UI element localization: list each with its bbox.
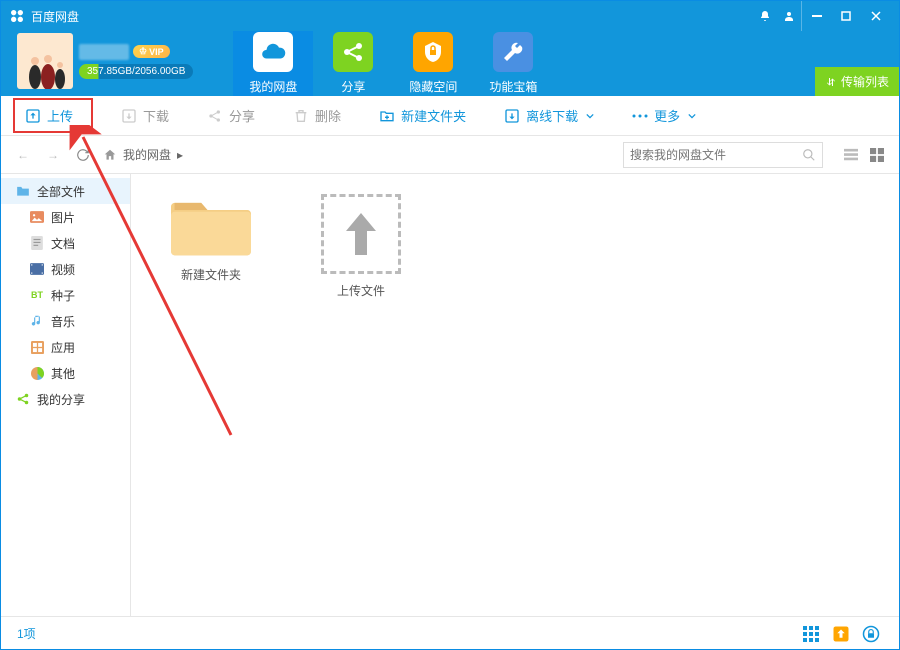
other-icon — [29, 366, 45, 380]
sidebar-item-other[interactable]: 其他 — [1, 360, 130, 386]
folder-large-icon — [171, 194, 251, 258]
video-icon — [29, 262, 45, 276]
vip-badge: ♔VIP — [133, 45, 170, 58]
close-button[interactable] — [861, 1, 891, 31]
avatar — [17, 33, 73, 89]
status-bar: 1项 — [1, 616, 899, 650]
username-blurred — [79, 44, 129, 60]
notification-icon[interactable] — [753, 10, 777, 22]
sidebar-item-images[interactable]: 图片 — [1, 204, 130, 230]
minimize-button[interactable] — [801, 1, 831, 31]
upload-dropzone-icon — [321, 194, 401, 274]
nav-tab-toolbox[interactable]: 功能宝箱 — [473, 31, 553, 96]
item-count: 1项 — [17, 625, 36, 642]
offline-icon — [504, 108, 520, 124]
status-upload-icon[interactable] — [829, 622, 853, 646]
search-box[interactable] — [623, 142, 823, 168]
folder-item[interactable]: 新建文件夹 — [161, 194, 261, 283]
user-profile[interactable]: ♔VIP 357.85GB/2056.00GB — [17, 33, 193, 89]
sidebar-item-video[interactable]: 视频 — [1, 256, 130, 282]
folder-label: 新建文件夹 — [181, 266, 241, 283]
share-button[interactable]: 分享 — [197, 102, 265, 129]
share-green-icon — [15, 392, 31, 406]
upload-label: 上传文件 — [337, 282, 385, 299]
nav-label: 隐藏空间 — [409, 78, 457, 95]
music-icon — [29, 314, 45, 328]
nav-tab-share[interactable]: 分享 — [313, 31, 393, 96]
main-area: 全部文件 图片 文档 视频 BT 种子 音乐 应用 其他 — [1, 174, 899, 616]
title-bar: 百度网盘 — [1, 1, 899, 31]
search-input[interactable] — [630, 148, 802, 162]
offline-download-button[interactable]: 离线下载 — [494, 102, 604, 129]
chevron-right-icon: ▸ — [177, 148, 183, 162]
new-folder-icon — [379, 108, 395, 124]
nav-tab-hidden[interactable]: 隐藏空间 — [393, 31, 473, 96]
nav-label: 分享 — [341, 78, 365, 95]
nav-label: 功能宝箱 — [489, 78, 537, 95]
search-icon[interactable] — [802, 148, 816, 162]
sidebar-item-music[interactable]: 音乐 — [1, 308, 130, 334]
grid-view-button[interactable] — [867, 145, 887, 165]
sidebar-item-docs[interactable]: 文档 — [1, 230, 130, 256]
upload-button[interactable]: 上传 — [13, 98, 93, 133]
app-title: 百度网盘 — [31, 8, 79, 25]
back-button[interactable]: ← — [13, 148, 33, 162]
status-lock-icon[interactable] — [859, 622, 883, 646]
sidebar-item-all-files[interactable]: 全部文件 — [1, 178, 130, 204]
download-icon — [121, 108, 137, 124]
sidebar: 全部文件 图片 文档 视频 BT 种子 音乐 应用 其他 — [1, 174, 131, 616]
delete-button[interactable]: 删除 — [283, 102, 351, 129]
folder-icon — [15, 184, 31, 198]
breadcrumb-bar: ← → 我的网盘 ▸ — [1, 136, 899, 174]
app-logo-icon — [9, 8, 25, 24]
nav-label: 我的网盘 — [249, 78, 297, 95]
header: ♔VIP 357.85GB/2056.00GB 我的网盘 分享 隐藏空间 功能宝… — [1, 31, 899, 96]
more-icon — [632, 108, 648, 124]
toolbar: 上传 下载 分享 删除 新建文件夹 离线下载 更多 — [1, 96, 899, 136]
maximize-button[interactable] — [831, 1, 861, 31]
upload-icon — [25, 108, 41, 124]
share-icon — [207, 108, 223, 124]
doc-icon — [29, 236, 45, 250]
bt-icon: BT — [29, 288, 45, 302]
sidebar-item-apps[interactable]: 应用 — [1, 334, 130, 360]
home-icon — [103, 148, 117, 162]
forward-button[interactable]: → — [43, 148, 63, 162]
file-area: 新建文件夹 上传文件 — [131, 174, 899, 616]
new-folder-button[interactable]: 新建文件夹 — [369, 102, 476, 129]
transfer-list-button[interactable]: 传输列表 — [815, 67, 899, 96]
trash-icon — [293, 108, 309, 124]
breadcrumb[interactable]: 我的网盘 ▸ — [103, 146, 613, 163]
sidebar-item-bt[interactable]: BT 种子 — [1, 282, 130, 308]
list-view-button[interactable] — [841, 145, 861, 165]
status-grid-icon[interactable] — [799, 622, 823, 646]
user-menu-icon[interactable] — [777, 10, 801, 22]
nav-tabs: 我的网盘 分享 隐藏空间 功能宝箱 — [233, 31, 553, 96]
more-button[interactable]: 更多 — [622, 102, 706, 129]
image-icon — [29, 210, 45, 224]
upload-file-item[interactable]: 上传文件 — [311, 194, 411, 299]
storage-indicator: 357.85GB/2056.00GB — [79, 64, 193, 79]
refresh-button[interactable] — [73, 148, 93, 162]
app-icon — [29, 340, 45, 354]
sidebar-item-myshare[interactable]: 我的分享 — [1, 386, 130, 412]
download-button[interactable]: 下载 — [111, 102, 179, 129]
nav-tab-mydisk[interactable]: 我的网盘 — [233, 31, 313, 96]
